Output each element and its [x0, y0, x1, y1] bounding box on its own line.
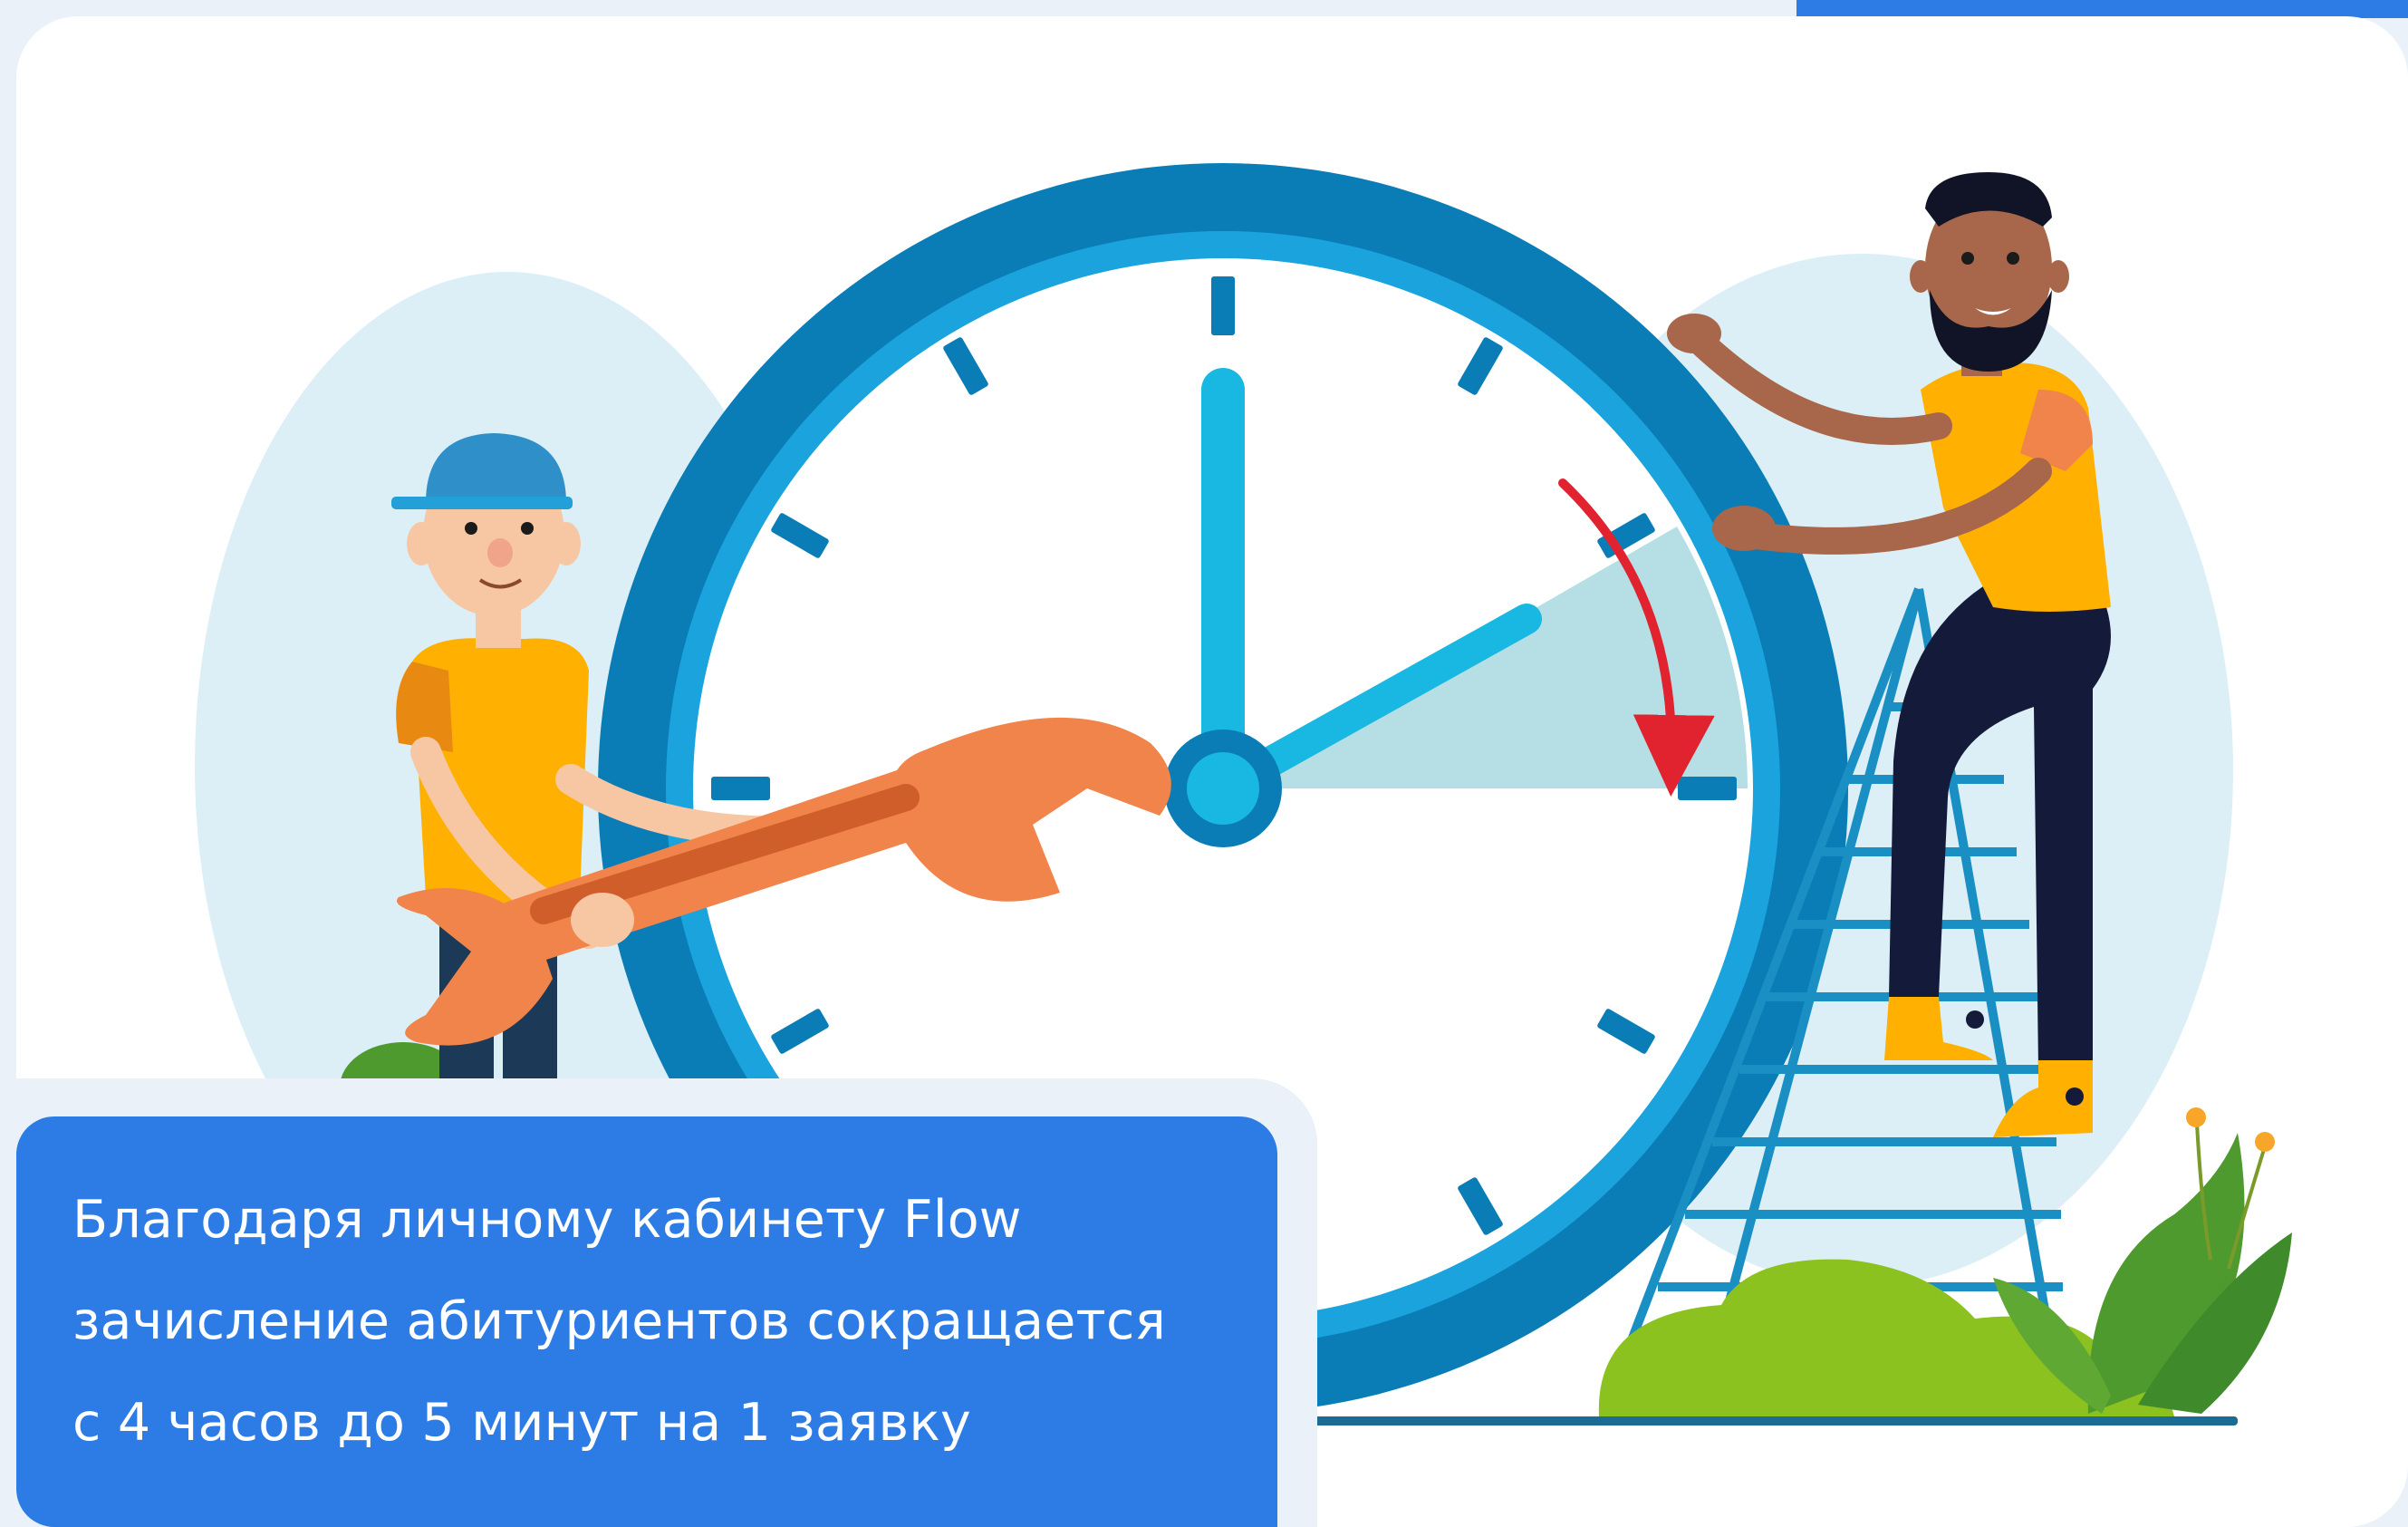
page: Благодаря личному кабинету Flow зачислен…	[0, 0, 2408, 1527]
caption-card: Благодаря личному кабинету Flow зачислен…	[16, 1116, 1277, 1527]
caption-line-1: Благодаря личному кабинету Flow	[72, 1190, 1022, 1250]
ground-line	[1191, 1416, 2238, 1426]
caption-line-3: с 4 часов до 5 минут на 1 заявку	[72, 1393, 971, 1453]
caption-line-2: зачисление абитуриентов сокращается	[72, 1291, 1166, 1351]
